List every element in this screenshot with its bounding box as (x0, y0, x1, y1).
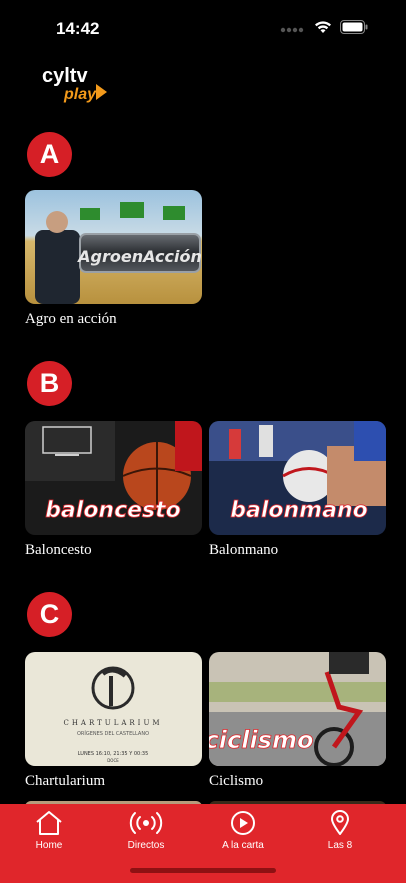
program-title: Chartularium (25, 773, 105, 789)
program-card-baloncesto[interactable]: baloncesto Baloncesto (25, 421, 202, 559)
tab-label: A la carta (222, 840, 264, 851)
tab-las-8[interactable]: Las 8 (290, 804, 390, 864)
program-title: Balonmano (209, 542, 279, 558)
thumbnail-overlay-text: ciclismo (209, 726, 313, 754)
program-thumbnail: ciclismo (209, 652, 386, 766)
signal-icon (280, 21, 306, 39)
status-icons (280, 20, 368, 39)
thumbnail-overlay-text: balonmano (230, 498, 367, 523)
home-indicator (130, 868, 276, 873)
program-title: Agro en acción (25, 311, 117, 327)
logo-text-play: play (63, 86, 97, 103)
thumbnail-subtitle: ORÍGENES DEL CASTELLANO (77, 730, 149, 737)
wifi-icon (314, 20, 332, 39)
tab-label: Las 8 (327, 840, 353, 851)
program-thumbnail: balonmano (209, 421, 386, 535)
section-badge-c: C (27, 592, 72, 637)
program-thumbnail: CHARTULARIUM ORÍGENES DEL CASTELLANO LUN… (25, 652, 202, 766)
battery-icon (340, 20, 368, 39)
status-time: 14:42 (56, 19, 100, 38)
program-card-balonmano[interactable]: balonmano Balonmano (209, 421, 386, 559)
program-card-chartularium[interactable]: CHARTULARIUM ORÍGENES DEL CASTELLANO LUN… (25, 652, 202, 790)
thumbnail-overlay-text: baloncesto (45, 498, 181, 523)
program-title: Ciclismo (209, 773, 264, 789)
tab-home[interactable]: Home (0, 804, 99, 864)
tab-label: Directos (127, 840, 165, 851)
location-pin-icon (331, 810, 349, 835)
home-icon (36, 811, 62, 835)
thumbnail-schedule: LUNES 16:10, 21:35 Y 00:35 (78, 751, 149, 757)
program-thumbnail: baloncesto (25, 421, 202, 535)
thumbnail-overlay-text: AgroenAcción (76, 247, 202, 266)
broadcast-icon (129, 812, 163, 834)
cyltv-play-logo: cyltv play (40, 62, 112, 104)
program-card-agro-en-accion[interactable]: AgroenAcción Agro en acción (25, 190, 202, 328)
section-badge-a: A (27, 132, 72, 177)
tab-a-la-carta[interactable]: A la carta (193, 804, 293, 864)
program-title: Baloncesto (25, 542, 92, 558)
thumbnail-overlay-text: CHARTULARIUM (63, 719, 162, 727)
program-card-ciclismo[interactable]: ciclismo Ciclismo (209, 652, 386, 790)
play-circle-icon (231, 811, 255, 835)
thumbnail-channel: DOCE (107, 758, 119, 763)
program-thumbnail: AgroenAcción (25, 190, 202, 304)
tab-directos[interactable]: Directos (96, 804, 196, 864)
tab-label: Home (35, 840, 63, 851)
section-badge-b: B (27, 361, 72, 406)
logo-text-cyltv: cyltv (42, 65, 88, 87)
status-bar: 14:42 (0, 0, 406, 52)
